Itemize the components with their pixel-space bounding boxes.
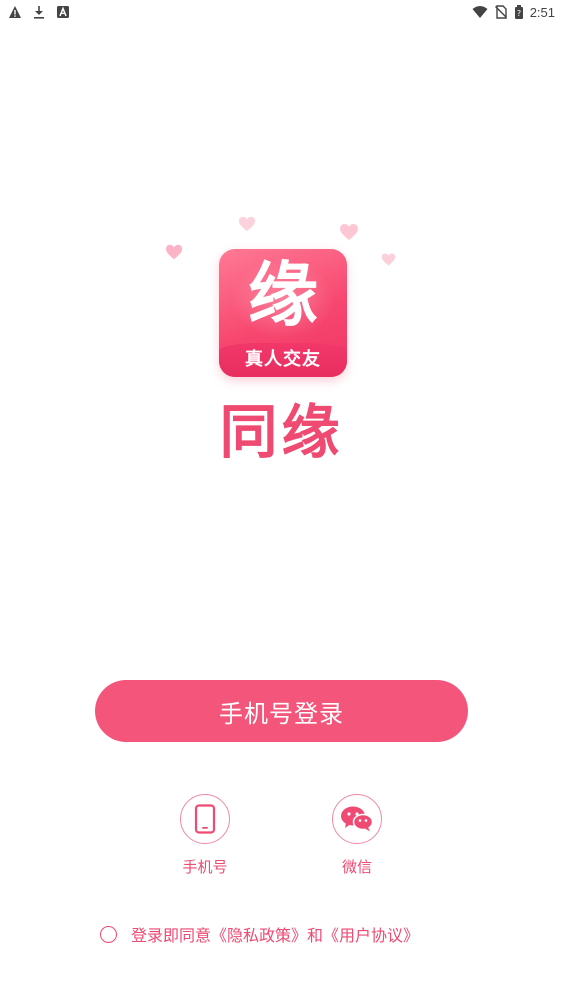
svg-text:?: ?	[517, 9, 521, 18]
app-logo: 缘 真人交友	[219, 249, 347, 377]
logo-char: 缘	[248, 253, 318, 336]
no-sim-icon	[494, 5, 508, 19]
warning-icon	[8, 5, 22, 19]
app-title: 同缘	[219, 398, 344, 466]
wechat-icon	[341, 806, 374, 832]
phone-login-circle[interactable]	[180, 794, 230, 844]
agreement-text: 登录即同意《隐私政策》和《用户协议》	[131, 922, 419, 946]
status-right: ? 2:51	[472, 5, 555, 20]
app-notification-icon	[56, 5, 70, 19]
agreement-row: 登录即同意《隐私政策》和《用户协议》	[100, 922, 419, 946]
phone-login-button[interactable]: 手机号登录	[95, 680, 468, 742]
agreement-and: 和	[307, 926, 324, 945]
phone-login-label: 手机号	[182, 858, 228, 876]
phone-icon	[194, 804, 216, 834]
agreement-checkbox[interactable]	[100, 925, 117, 943]
wechat-login-label: 微信	[341, 858, 372, 876]
privacy-policy-link[interactable]: 《隐私政策》	[211, 926, 307, 945]
heart-icon	[165, 244, 183, 260]
agreement-prefix: 登录即同意	[131, 926, 212, 945]
battery-icon: ?	[514, 5, 524, 19]
status-left	[8, 5, 70, 19]
wechat-login-circle[interactable]	[332, 794, 382, 844]
wechat-login-option[interactable]: 微信	[307, 794, 407, 877]
download-icon	[32, 5, 46, 19]
heart-icon	[238, 216, 256, 232]
heart-icon	[340, 224, 358, 240]
heart-icon	[381, 253, 396, 266]
logo-ribbon: 真人交友	[219, 343, 347, 377]
status-time: 2:51	[529, 4, 555, 20]
wifi-icon	[472, 5, 488, 19]
phone-login-option[interactable]: 手机号	[155, 794, 255, 877]
user-agreement-link[interactable]: 《用户协议》	[323, 926, 419, 945]
status-bar: ? 2:51	[0, 0, 563, 24]
